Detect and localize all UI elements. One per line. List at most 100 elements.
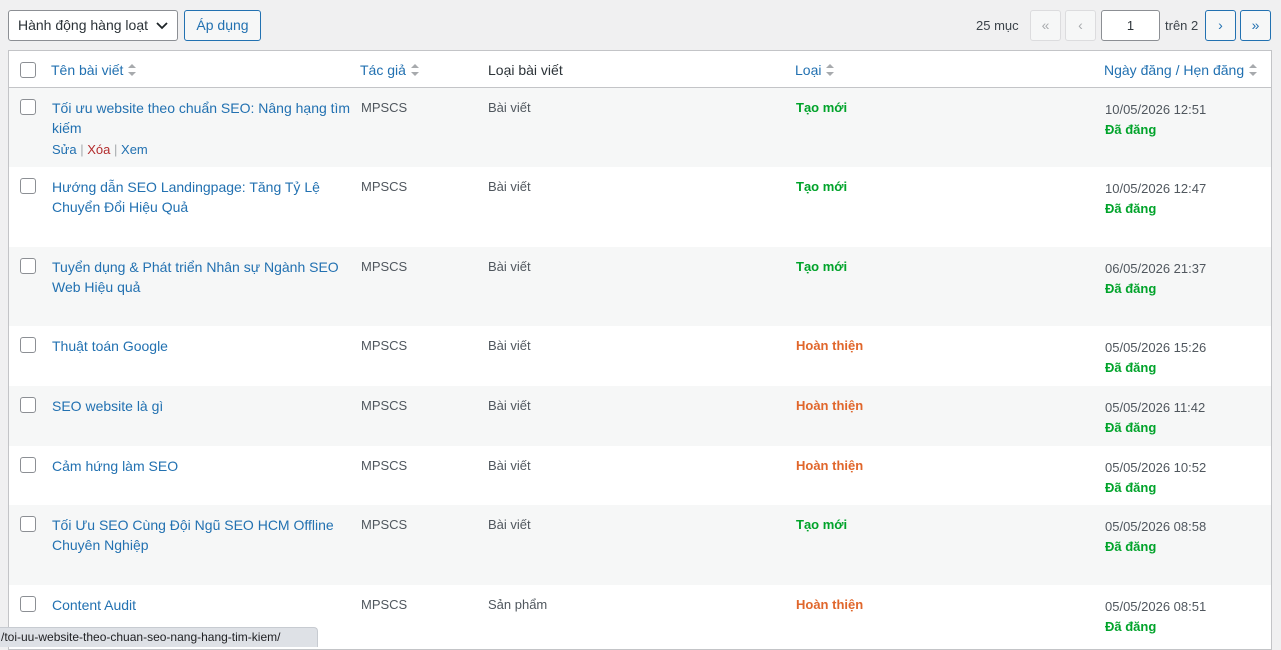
post-title-link[interactable]: Tuyển dụng & Phát triển Nhân sự Ngành SE… <box>52 257 352 297</box>
table-row: Tối Ưu SEO Cùng Đội Ngũ SEO HCM Offline … <box>9 505 1271 585</box>
apply-button[interactable]: Áp dụng <box>184 10 261 41</box>
table-row: Tối ưu website theo chuẩn SEO: Nâng hạng… <box>9 88 1271 167</box>
select-all-checkbox[interactable] <box>20 62 36 78</box>
row-checkbox[interactable] <box>20 596 36 612</box>
sort-icon <box>410 64 419 76</box>
type-cell: Hoàn thiện <box>796 458 864 473</box>
date-cell: 06/05/2026 21:37 Đã đăng <box>1105 259 1206 299</box>
tablenav-top: Hành động hàng loạt Áp dụng 25 mục « ‹ 1… <box>0 0 1281 50</box>
post-title-link[interactable]: Content Audit <box>52 595 352 615</box>
post-type-cell: Bài viết <box>488 100 531 115</box>
status-label: Đã đăng <box>1105 619 1157 634</box>
column-date-label: Ngày đăng / Hẹn đăng <box>1104 62 1245 78</box>
chevron-down-icon <box>156 11 168 40</box>
date-cell: 05/05/2026 08:51 Đã đăng <box>1105 597 1206 637</box>
type-cell: Hoàn thiện <box>796 338 864 353</box>
type-cell: Tạo mới <box>796 179 848 194</box>
post-title-link[interactable]: SEO website là gì <box>52 396 352 416</box>
separator: | <box>80 142 84 157</box>
post-type-cell: Bài viết <box>488 458 531 473</box>
status-label: Đã đăng <box>1105 201 1157 216</box>
date-cell: 10/05/2026 12:51 Đã đăng <box>1105 100 1206 140</box>
status-label: Đã đăng <box>1105 420 1157 435</box>
date-value: 05/05/2026 10:52 <box>1105 460 1207 475</box>
bulk-action-label: Hành động hàng loạt <box>18 17 148 33</box>
date-cell: 10/05/2026 12:47 Đã đăng <box>1105 179 1206 219</box>
author-cell: MPSCS <box>361 517 408 532</box>
author-cell: MPSCS <box>361 597 408 612</box>
row-actions: Sửa | Xóa | Xem <box>52 142 148 157</box>
column-title-label: Tên bài viết <box>51 62 124 78</box>
row-checkbox[interactable] <box>20 337 36 353</box>
status-label: Đã đăng <box>1105 480 1157 495</box>
table-row: Tuyển dụng & Phát triển Nhân sự Ngành SE… <box>9 247 1271 326</box>
post-type-cell: Bài viết <box>488 517 531 532</box>
author-cell: MPSCS <box>361 398 408 413</box>
date-cell: 05/05/2026 11:42 Đã đăng <box>1105 398 1205 438</box>
first-page-button[interactable]: « <box>1030 10 1061 41</box>
date-value: 10/05/2026 12:47 <box>1105 181 1207 196</box>
column-type-label: Loại <box>795 62 822 78</box>
date-value: 05/05/2026 08:58 <box>1105 519 1207 534</box>
current-page-input[interactable]: 1 <box>1101 10 1160 41</box>
sort-icon <box>128 64 137 76</box>
post-type-cell: Bài viết <box>488 259 531 274</box>
post-title-link[interactable]: Thuật toán Google <box>52 336 352 356</box>
edit-link[interactable]: Sửa <box>52 142 77 157</box>
post-title-link[interactable]: Tối Ưu SEO Cùng Đội Ngũ SEO HCM Offline … <box>52 515 352 555</box>
status-label: Đã đăng <box>1105 281 1157 296</box>
status-label: Đã đăng <box>1105 539 1157 554</box>
author-cell: MPSCS <box>361 338 408 353</box>
table-row: Cảm hứng làm SEO MPSCS Bài viết Hoàn thi… <box>9 446 1271 505</box>
column-type[interactable]: Loại <box>795 62 835 78</box>
date-cell: 05/05/2026 15:26 Đã đăng <box>1105 338 1206 378</box>
post-title-link[interactable]: Hướng dẫn SEO Landingpage: Tăng Tỷ Lệ Ch… <box>52 177 352 217</box>
type-cell: Tạo mới <box>796 259 848 274</box>
sort-icon <box>826 64 835 76</box>
post-title-link[interactable]: Cảm hứng làm SEO <box>52 456 352 476</box>
date-value: 05/05/2026 08:51 <box>1105 599 1207 614</box>
separator: | <box>114 142 118 157</box>
type-cell: Hoàn thiện <box>796 597 864 612</box>
column-title[interactable]: Tên bài viết <box>51 62 137 78</box>
table-row: SEO website là gì MPSCS Bài viết Hoàn th… <box>9 386 1271 446</box>
row-checkbox[interactable] <box>20 178 36 194</box>
date-value: 05/05/2026 11:42 <box>1105 400 1206 415</box>
row-checkbox[interactable] <box>20 516 36 532</box>
post-type-cell: Sản phẩm <box>488 597 548 612</box>
author-cell: MPSCS <box>361 259 408 274</box>
status-label: Đã đăng <box>1105 122 1157 137</box>
item-count: 25 mục <box>976 18 1019 33</box>
date-value: 10/05/2026 12:51 <box>1105 102 1207 117</box>
author-cell: MPSCS <box>361 179 408 194</box>
total-pages-label: trên 2 <box>1165 18 1199 33</box>
type-cell: Hoàn thiện <box>796 398 864 413</box>
row-checkbox[interactable] <box>20 258 36 274</box>
status-label: Đã đăng <box>1105 360 1157 375</box>
date-cell: 05/05/2026 08:58 Đã đăng <box>1105 517 1206 557</box>
view-link[interactable]: Xem <box>121 142 148 157</box>
post-type-cell: Bài viết <box>488 179 531 194</box>
author-cell: MPSCS <box>361 100 408 115</box>
column-author-label: Tác giả <box>360 62 406 78</box>
bulk-action-select[interactable]: Hành động hàng loạt <box>8 10 178 41</box>
row-checkbox[interactable] <box>20 457 36 473</box>
type-cell: Tạo mới <box>796 517 848 532</box>
last-page-button[interactable]: » <box>1240 10 1271 41</box>
next-page-button[interactable]: › <box>1205 10 1236 41</box>
date-value: 05/05/2026 15:26 <box>1105 340 1207 355</box>
post-title-link[interactable]: Tối ưu website theo chuẩn SEO: Nâng hạng… <box>52 98 352 138</box>
column-author[interactable]: Tác giả <box>360 62 420 78</box>
posts-table: Tên bài viết Tác giả Loại bài viết Loại … <box>8 50 1272 650</box>
delete-link[interactable]: Xóa <box>87 142 110 157</box>
row-checkbox[interactable] <box>20 397 36 413</box>
column-date[interactable]: Ngày đăng / Hẹn đăng <box>1104 62 1258 78</box>
browser-status-url: /toi-uu-website-theo-chuan-seo-nang-hang… <box>0 627 318 647</box>
row-checkbox[interactable] <box>20 99 36 115</box>
column-post-type: Loại bài viết <box>488 62 563 78</box>
sort-icon <box>1249 64 1258 76</box>
date-value: 06/05/2026 21:37 <box>1105 261 1207 276</box>
table-row: Hướng dẫn SEO Landingpage: Tăng Tỷ Lệ Ch… <box>9 167 1271 247</box>
author-cell: MPSCS <box>361 458 408 473</box>
prev-page-button[interactable]: ‹ <box>1065 10 1096 41</box>
